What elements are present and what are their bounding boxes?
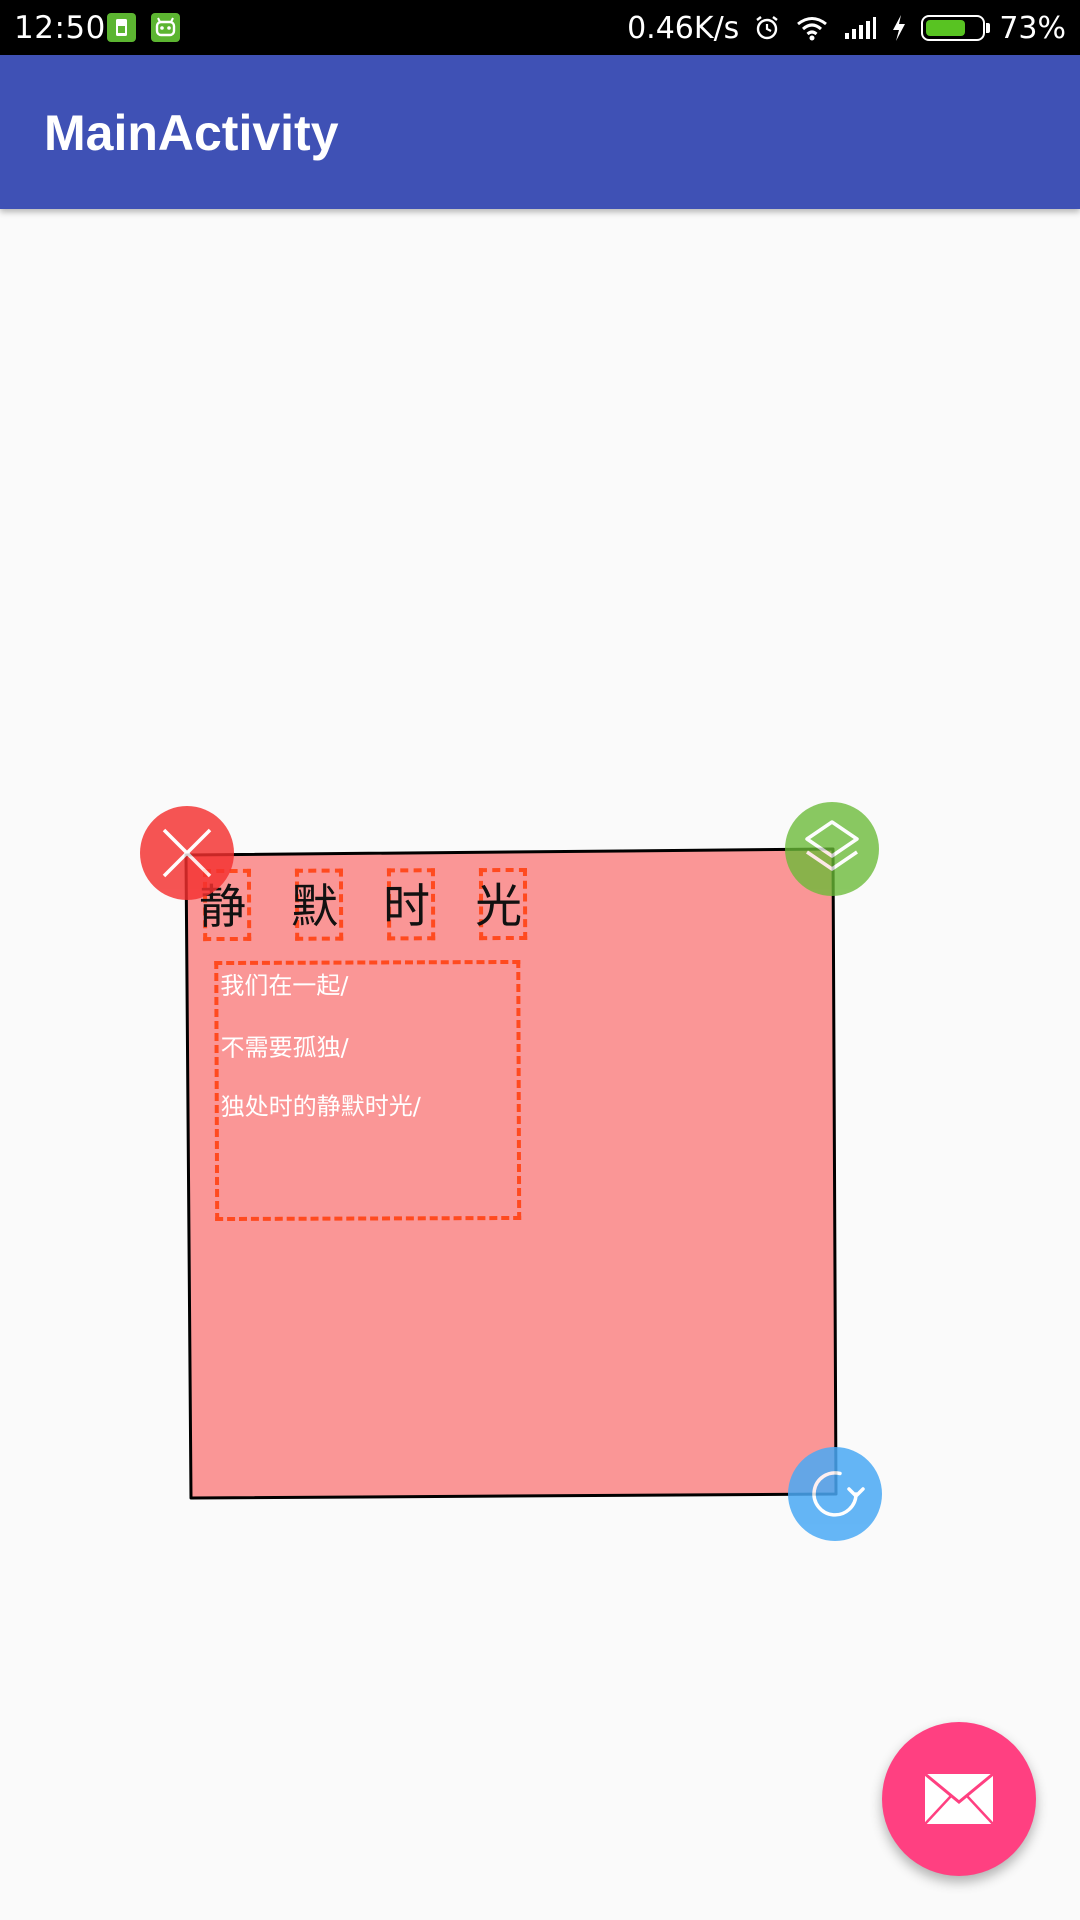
screen: 12:50 0.46K/s 73% MainActivity 静 默 时 光 我… — [0, 0, 1080, 1920]
delete-handle-button[interactable] — [140, 806, 234, 900]
rotate-icon — [812, 1471, 865, 1517]
rotate-handle-button[interactable] — [788, 1447, 882, 1541]
layer-handle-button[interactable] — [785, 802, 879, 896]
sticker-title-char[interactable]: 默 — [291, 868, 344, 941]
title-char-text: 时 — [382, 879, 431, 935]
sticker-title-char[interactable]: 时 — [383, 868, 436, 941]
body-line: 我们在一起/ — [220, 971, 349, 1001]
sticker-title-char[interactable]: 光 — [475, 867, 528, 941]
sticker-body-text-box[interactable]: 我们在一起/ 不需要孤独/ 独处时的静默时光/ — [214, 959, 522, 1222]
title-char-text: 光 — [474, 878, 523, 935]
body-line: 独处时的静默时光/ — [220, 1092, 421, 1122]
title-char-text: 默 — [290, 879, 339, 935]
layers-icon — [805, 820, 859, 871]
mail-icon — [924, 1772, 994, 1825]
body-line: 不需要孤独/ — [220, 1033, 349, 1063]
sticker-content[interactable]: 静 默 时 光 我们在一起/ 不需要孤独/ 独处时的静默时光/ — [187, 849, 835, 1496]
fab-mail-button[interactable] — [882, 1722, 1036, 1876]
close-icon — [162, 828, 212, 878]
